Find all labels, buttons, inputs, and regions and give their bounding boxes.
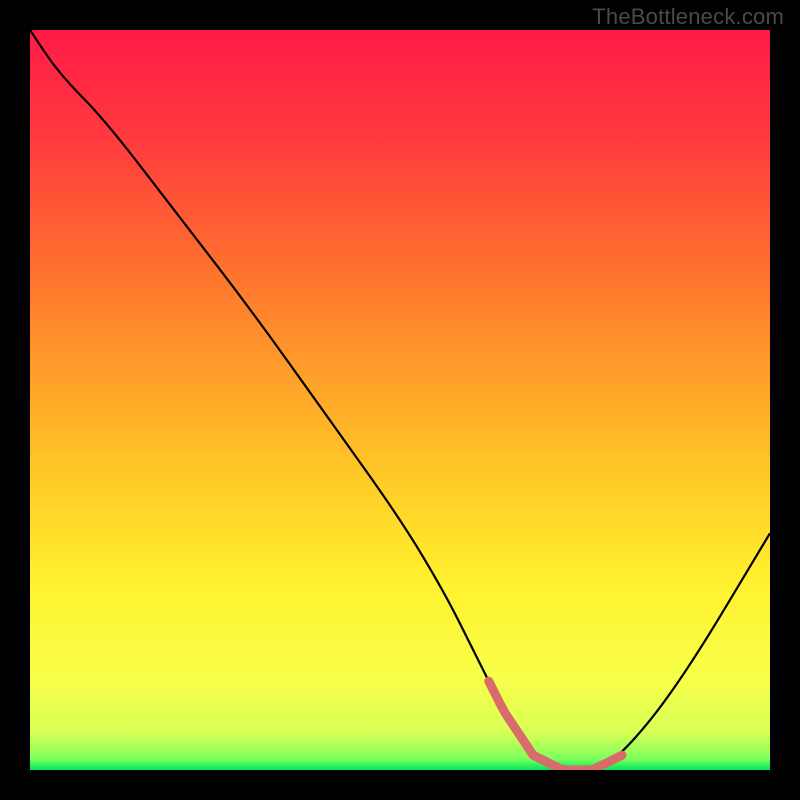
bottleneck-curve [30,30,770,770]
chart-frame: TheBottleneck.com [0,0,800,800]
plot-area [30,30,770,770]
watermark-text: TheBottleneck.com [592,4,784,30]
optimal-range-marker [489,681,622,770]
curve-layer [30,30,770,770]
